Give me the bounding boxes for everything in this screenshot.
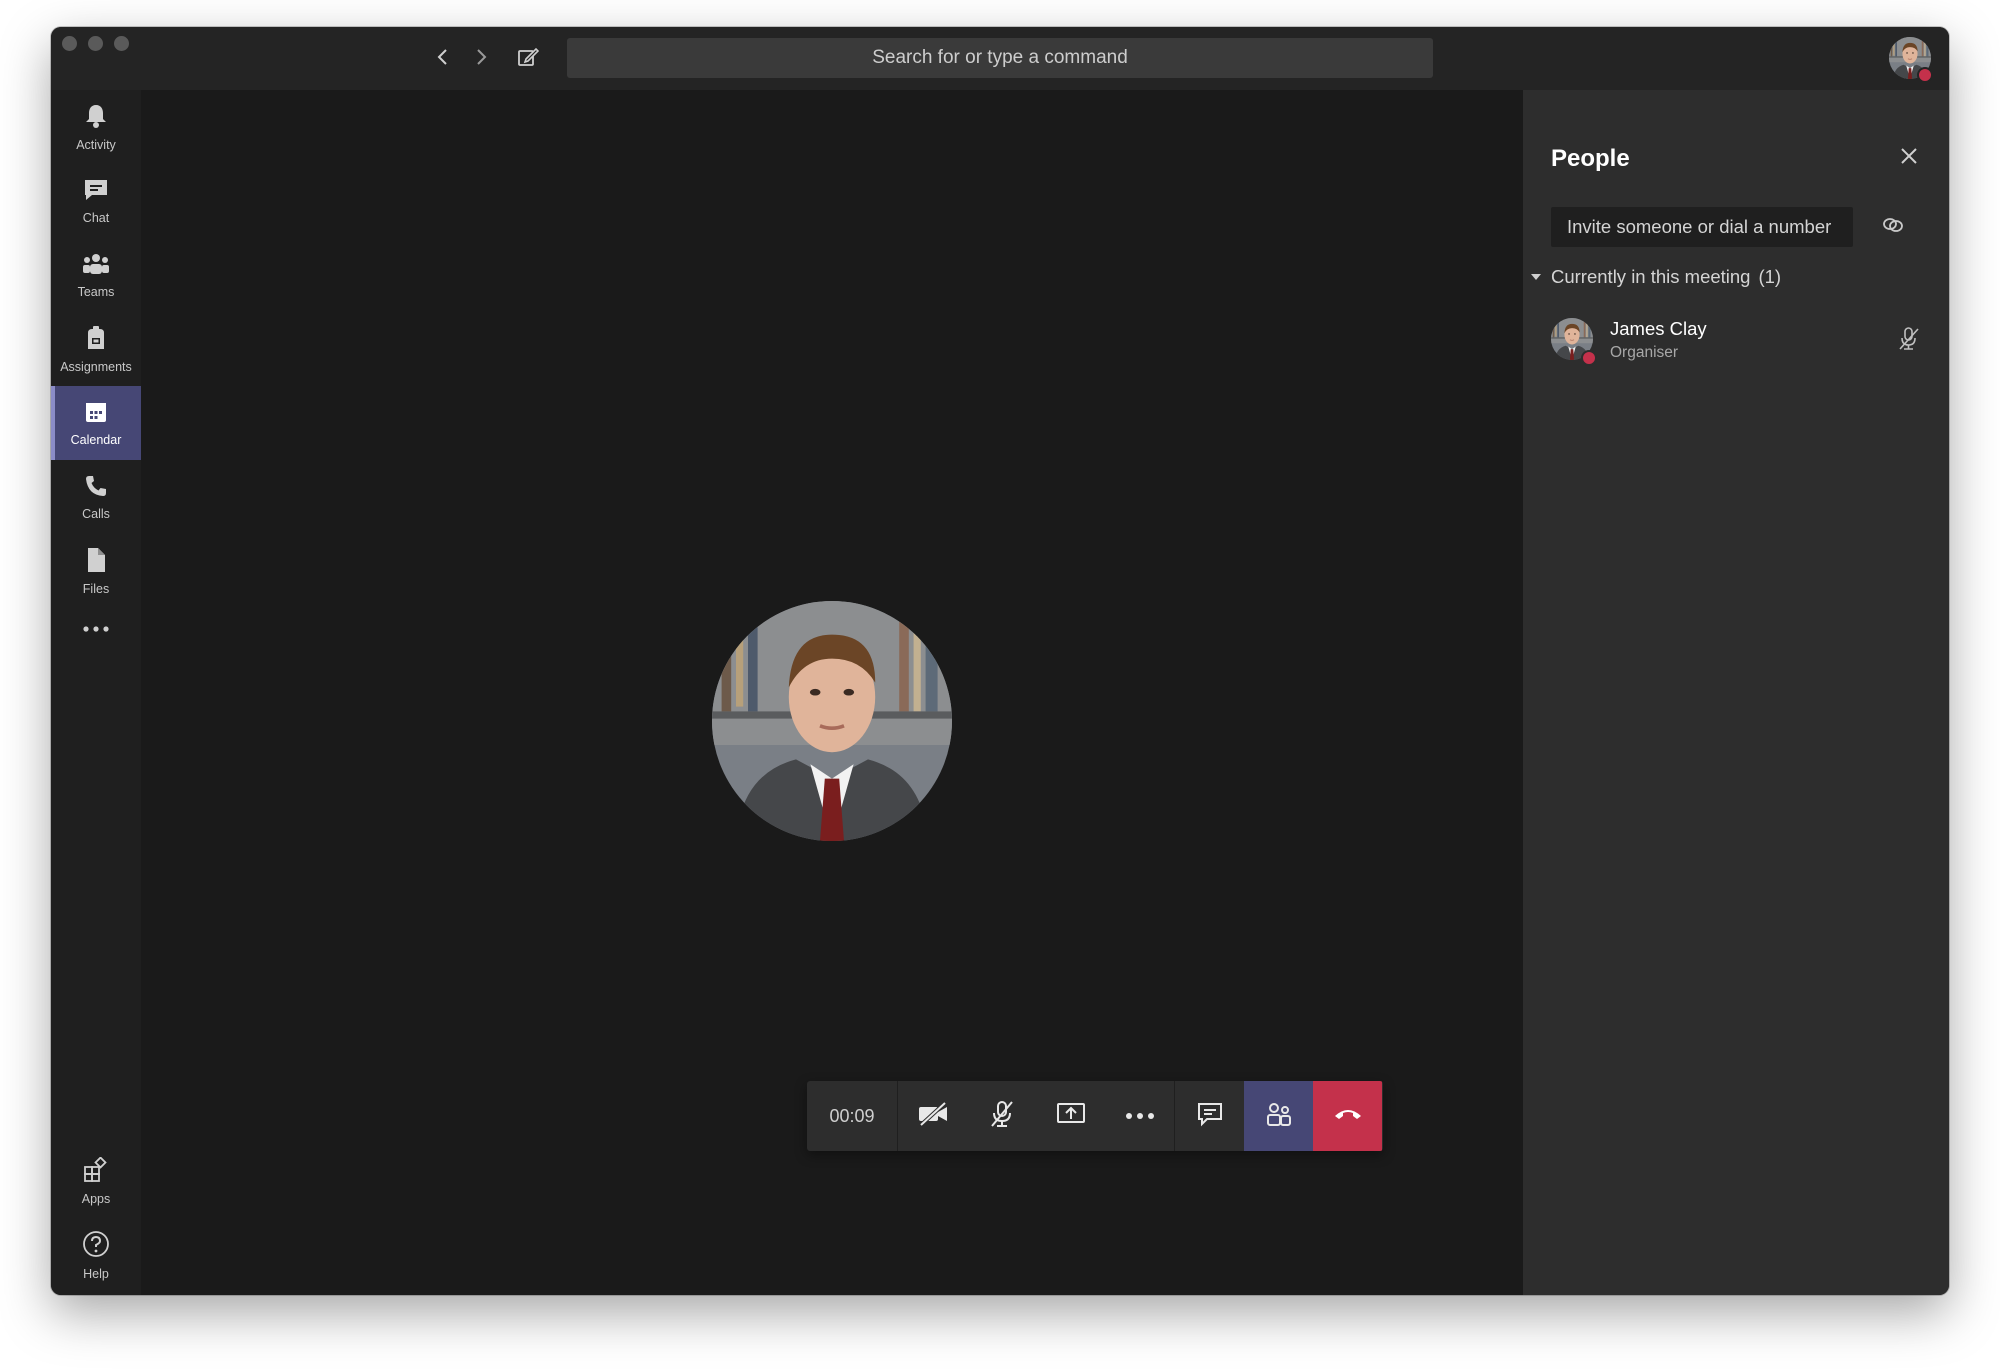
bell-icon <box>84 103 108 138</box>
rail-item-apps[interactable]: Apps <box>51 1144 141 1218</box>
rail-item-files[interactable]: Files <box>51 534 141 608</box>
show-chat-button[interactable] <box>1174 1081 1244 1151</box>
rail-label: Calendar <box>70 432 122 447</box>
participant-role: Organiser <box>1610 344 1679 361</box>
search-input[interactable]: Search for or type a command <box>567 38 1433 78</box>
caret-down-icon <box>1531 274 1541 280</box>
rail-item-activity[interactable]: Activity <box>51 90 141 164</box>
in-meeting-section-toggle[interactable]: Currently in this meeting (1) <box>1531 266 1781 288</box>
link-icon <box>1881 218 1905 239</box>
hang-up-icon <box>1333 1107 1363 1126</box>
teams-icon <box>82 252 110 285</box>
mic-off-icon <box>988 1099 1016 1134</box>
apps-icon <box>83 1155 109 1192</box>
chevron-left-icon <box>436 48 450 71</box>
panel-title: People <box>1551 145 1630 172</box>
help-icon <box>82 1230 110 1267</box>
status-busy-dot <box>1581 350 1597 366</box>
window-minimize-dot[interactable] <box>88 36 103 51</box>
mic-toggle-button[interactable] <box>967 1081 1036 1151</box>
rail-item-assignments[interactable]: Assignments <box>51 312 141 386</box>
share-screen-button[interactable] <box>1036 1081 1105 1151</box>
forward-button[interactable] <box>465 45 497 73</box>
window-close-dot[interactable] <box>62 36 77 51</box>
section-label: Currently in this meeting <box>1551 266 1751 287</box>
calendar-icon <box>84 400 108 433</box>
rail-label: Chat <box>82 210 110 225</box>
more-actions-button[interactable] <box>1105 1081 1174 1151</box>
participant-mute-button[interactable] <box>1897 326 1921 357</box>
mic-off-icon <box>1897 327 1921 356</box>
phone-icon <box>84 474 108 507</box>
people-panel: People Invite someone or dial a number C… <box>1523 90 1949 1295</box>
rail-item-chat[interactable]: Chat <box>51 164 141 238</box>
back-button[interactable] <box>427 45 459 73</box>
close-icon <box>1899 148 1919 170</box>
rail-label: Teams <box>77 284 115 299</box>
rail-item-calls[interactable]: Calls <box>51 460 141 534</box>
participant-avatar <box>712 601 952 841</box>
camera-off-icon <box>917 1101 949 1132</box>
window-zoom-dot[interactable] <box>114 36 129 51</box>
file-icon <box>85 547 107 582</box>
hang-up-button[interactable] <box>1313 1081 1382 1151</box>
copy-link-button[interactable] <box>1881 215 1905 240</box>
chat-icon <box>83 178 109 211</box>
rail-label: Calls <box>82 506 110 521</box>
more-icon <box>1125 1107 1155 1125</box>
rail-label: Apps <box>81 1191 111 1206</box>
app-rail: Activity Chat Teams Assignments Calendar <box>51 90 141 1295</box>
teams-window: Search for or type a command Activity Ch… <box>51 27 1949 1295</box>
call-controls-bar: 00:09 <box>807 1081 1383 1151</box>
people-icon <box>1265 1100 1293 1133</box>
share-screen-icon <box>1056 1101 1086 1132</box>
rail-label: Files <box>82 581 110 596</box>
rail-label: Assignments <box>60 359 132 374</box>
camera-toggle-button[interactable] <box>898 1081 967 1151</box>
rail-label: Help <box>83 1266 109 1281</box>
status-busy-dot <box>1917 67 1933 83</box>
rail-item-help[interactable]: Help <box>51 1218 141 1292</box>
chat-icon <box>1197 1101 1223 1132</box>
show-participants-button[interactable] <box>1244 1081 1313 1151</box>
invite-input[interactable]: Invite someone or dial a number <box>1551 207 1853 247</box>
compose-button[interactable] <box>512 45 544 73</box>
close-panel-button[interactable] <box>1899 146 1919 171</box>
compose-icon <box>517 46 540 73</box>
participant-row[interactable]: James Clay Organiser <box>1551 316 1921 368</box>
rail-item-calendar[interactable]: Calendar <box>51 386 141 460</box>
assignments-icon <box>84 325 108 360</box>
more-icon <box>82 625 110 642</box>
rail-label: Activity <box>76 137 116 152</box>
rail-item-teams[interactable]: Teams <box>51 238 141 312</box>
rail-more-button[interactable] <box>51 608 141 658</box>
chevron-right-icon <box>474 48 488 71</box>
meeting-stage: 00:09 <box>141 90 1574 1295</box>
section-count: (1) <box>1758 266 1782 287</box>
participant-name: James Clay <box>1610 318 1707 339</box>
call-timer: 00:09 <box>807 1081 898 1151</box>
title-bar: Search for or type a command <box>51 27 1949 90</box>
